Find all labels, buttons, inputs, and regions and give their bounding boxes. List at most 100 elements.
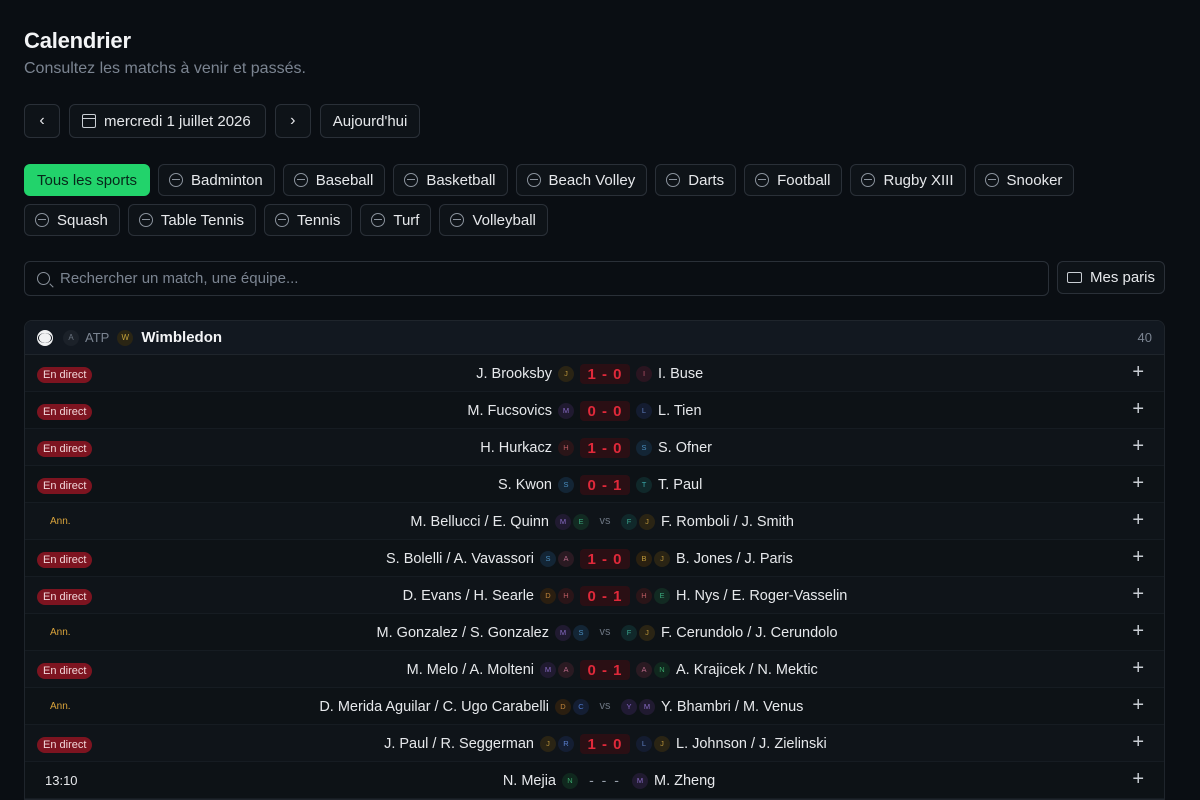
sport-filter-baseball[interactable]: Baseball: [282, 164, 386, 196]
sport-filter-volleyball[interactable]: Volleyball: [439, 204, 548, 236]
away-player: B. Jones / J. Paris: [676, 550, 793, 567]
sport-filter-badminton[interactable]: Badminton: [158, 164, 275, 196]
previous-day-button[interactable]: ‹: [24, 104, 60, 138]
player-avatar: I: [636, 365, 652, 382]
sport-filter-tennis[interactable]: Tennis: [264, 204, 353, 236]
home-player: J. Brooksby: [476, 365, 552, 382]
away-avatars: HE: [636, 587, 670, 604]
match-time: 13:10: [45, 773, 78, 788]
match-row[interactable]: En direct J. Paul / R. Seggerman J R L J L. Jo…: [25, 725, 1164, 762]
next-day-button[interactable]: ›: [274, 104, 311, 138]
add-bet-icon[interactable]: +: [1132, 547, 1144, 567]
score: 1 - 0: [580, 549, 630, 569]
basketball-icon: [404, 173, 419, 187]
rugby-xiii-icon: [861, 173, 876, 187]
away-avatars: S: [636, 439, 652, 456]
player-avatar: S: [540, 550, 556, 567]
sport-filter-label: Rugby XIII: [883, 171, 954, 189]
sport-filter-football[interactable]: Football: [744, 164, 843, 196]
add-bet-icon[interactable]: +: [1132, 584, 1144, 604]
add-bet-icon[interactable]: +: [1132, 473, 1144, 493]
competition-card: A ATP W Wimbledon 40 En direct J. Brooksb…: [24, 320, 1165, 800]
add-bet-icon[interactable]: +: [1132, 621, 1144, 641]
status-badge: En direct: [37, 552, 93, 568]
sport-filter-squash[interactable]: Squash: [24, 204, 120, 236]
home-player: M. Melo / A. Molteni: [406, 661, 534, 678]
home-avatars: JR: [540, 735, 574, 752]
sport-filter-tous-les-sports[interactable]: Tous les sports: [24, 164, 151, 196]
my-bets-button[interactable]: Mes paris: [1057, 261, 1165, 294]
sport-filter-beach-volley[interactable]: Beach Volley: [515, 164, 648, 196]
add-bet-icon[interactable]: +: [1132, 658, 1144, 678]
home-avatars: MA: [540, 661, 574, 678]
competition-header[interactable]: A ATP W Wimbledon 40: [25, 321, 1164, 355]
home-avatars: SA: [540, 550, 574, 567]
sport-filter-label: Tennis: [297, 211, 341, 229]
sport-filter-table-tennis[interactable]: Table Tennis: [127, 204, 256, 236]
search-input[interactable]: [60, 270, 1048, 287]
add-bet-icon[interactable]: +: [1132, 362, 1144, 382]
match-row[interactable]: En direct S. Bolelli / A. Vavassori S A B J B.…: [25, 540, 1164, 577]
sport-filter-darts[interactable]: Darts: [655, 164, 737, 196]
player-avatar: M: [558, 402, 574, 419]
add-bet-icon[interactable]: +: [1132, 695, 1144, 715]
date-picker-button[interactable]: mercredi 1 juillet 2026: [69, 104, 266, 138]
score: 0 - 1: [580, 660, 630, 680]
home-avatars: J: [558, 365, 574, 382]
home-player: S. Bolelli / A. Vavassori: [385, 550, 534, 567]
sport-filter-label: Badminton: [191, 171, 263, 189]
away-player: T. Paul: [658, 476, 703, 493]
match-row[interactable]: En direct M. Melo / A. Molteni M A A N A. Kraj…: [25, 651, 1164, 688]
match-row[interactable]: En direct H. Hurkacz H S S. Ofner 1 - 0 +: [25, 429, 1164, 466]
player-avatar: C: [573, 698, 589, 715]
score: 1 - 0: [580, 734, 630, 754]
status-badge: En direct: [37, 663, 93, 679]
add-bet-icon[interactable]: +: [1132, 732, 1144, 752]
match-count: 40: [1137, 330, 1152, 345]
player-avatar: S: [573, 624, 589, 641]
sport-filter-label: Squash: [57, 211, 108, 229]
tour-label: ATP: [85, 330, 110, 345]
sport-filter-snooker[interactable]: Snooker: [973, 164, 1075, 196]
today-button[interactable]: Aujourd'hui: [319, 104, 421, 138]
player-avatar: M: [632, 772, 648, 789]
status-badge: En direct: [37, 404, 93, 420]
add-bet-icon[interactable]: +: [1132, 436, 1144, 456]
home-avatars: H: [558, 439, 574, 456]
calendar-icon: [82, 114, 96, 128]
baseball-icon: [293, 173, 308, 187]
status-badge: Ann.: [50, 701, 71, 712]
match-row[interactable]: 13:10 N. Mejia N M M. Zheng - - - +: [25, 762, 1164, 799]
sport-filter-turf[interactable]: Turf: [360, 204, 432, 236]
score-placeholder: vs: [599, 626, 611, 638]
player-avatar: B: [636, 550, 652, 567]
player-avatar: J: [540, 735, 556, 752]
add-bet-icon[interactable]: +: [1132, 510, 1144, 530]
add-bet-icon[interactable]: +: [1132, 769, 1144, 789]
chevron-left-icon: ‹: [39, 112, 45, 129]
sport-filter-label: Volleyball: [472, 211, 536, 229]
player-avatar: H: [636, 587, 652, 604]
match-row[interactable]: En direct S. Kwon S T T. Paul 0 - 1 +: [25, 466, 1164, 503]
player-avatar: S: [636, 439, 652, 456]
sport-filter-rugby-xiii[interactable]: Rugby XIII: [850, 164, 966, 196]
match-row[interactable]: Ann. M. Bellucci / E. Quinn M E F J F. Romboli…: [25, 503, 1164, 540]
player-avatar: J: [654, 550, 670, 567]
score: 1 - 0: [580, 438, 630, 458]
match-row[interactable]: En direct M. Fucsovics M L L. Tien 0 - 0 +: [25, 392, 1164, 429]
match-row[interactable]: Ann. M. Gonzalez / S. Gonzalez M S F J F. Ceru…: [25, 614, 1164, 651]
player-avatar: F: [621, 624, 637, 641]
match-row[interactable]: Ann. D. Merida Aguilar / C. Ugo Carabelli…: [25, 688, 1164, 725]
sport-filter-basketball[interactable]: Basketball: [393, 164, 508, 196]
match-row[interactable]: En direct J. Brooksby J I I. Buse 1 - 0 +: [25, 355, 1164, 392]
sport-filter-label: Basketball: [426, 171, 496, 189]
status-badge: En direct: [37, 367, 93, 383]
away-avatars: L: [636, 402, 652, 419]
match-row[interactable]: En direct D. Evans / H. Searle D H H E H. Nys …: [25, 577, 1164, 614]
player-avatar: H: [558, 587, 574, 604]
volleyball-icon: [450, 213, 465, 227]
add-bet-icon[interactable]: +: [1132, 399, 1144, 419]
player-avatar: J: [558, 365, 574, 382]
away-player: Y. Bhambri / M. Venus: [661, 698, 804, 715]
tennis-icon: [275, 213, 289, 227]
